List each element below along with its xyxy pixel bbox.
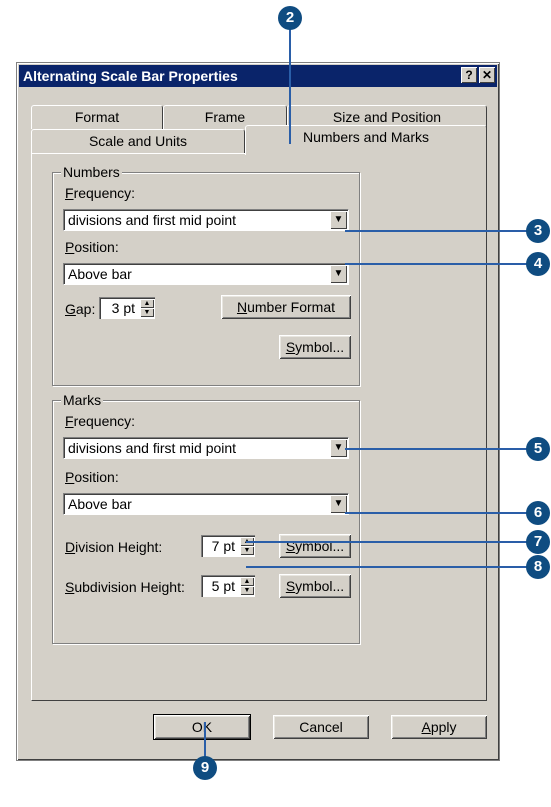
numbers-frequency-value: divisions and first mid point: [68, 212, 237, 228]
numbers-group: Numbers Frequency: divisions and first m…: [52, 164, 360, 386]
tab-numbers-and-marks[interactable]: Numbers and Marks: [245, 125, 487, 155]
callout-6-line: [345, 512, 531, 514]
subdivision-height-spinner[interactable]: 5 pt ▲ ▼: [201, 575, 255, 597]
subdivision-height-label: Subdivision Height:: [65, 579, 185, 595]
properties-dialog: Alternating Scale Bar Properties ? ✕ For…: [16, 62, 500, 761]
callout-4: 4: [526, 252, 550, 276]
ok-button[interactable]: OK: [153, 714, 251, 740]
division-height-value: 7 pt: [211, 538, 235, 554]
marks-frequency-label: Frequency:: [65, 413, 136, 429]
spin-up-icon[interactable]: ▲: [240, 577, 254, 586]
callout-5-line: [345, 448, 531, 450]
dialog-title: Alternating Scale Bar Properties: [23, 68, 238, 84]
spin-up-icon[interactable]: ▲: [140, 299, 154, 308]
callout-5: 5: [526, 437, 550, 461]
chevron-down-icon[interactable]: ▼: [330, 211, 347, 229]
subdivision-symbol-button[interactable]: Symbol...: [279, 574, 351, 598]
marks-frequency-value: divisions and first mid point: [68, 440, 237, 456]
chevron-down-icon[interactable]: ▼: [330, 495, 347, 513]
gap-value: 3 pt: [111, 300, 135, 316]
marks-group: Marks Frequency: divisions and first mid…: [52, 392, 360, 644]
marks-group-label: Marks: [61, 392, 104, 408]
callout-3: 3: [526, 219, 550, 243]
callout-7: 7: [526, 530, 550, 554]
numbers-frequency-label: Frequency:: [65, 185, 136, 201]
callout-6: 6: [526, 501, 550, 525]
marks-position-select[interactable]: Above bar ▼: [63, 493, 349, 515]
title-bar[interactable]: Alternating Scale Bar Properties ? ✕: [19, 65, 497, 87]
tab-format[interactable]: Format: [31, 105, 163, 129]
division-symbol-button[interactable]: Symbol...: [279, 534, 351, 558]
chevron-down-icon[interactable]: ▼: [330, 265, 347, 283]
callout-4-line: [345, 263, 531, 265]
marks-position-value: Above bar: [68, 496, 132, 512]
tab-scale-and-units[interactable]: Scale and Units: [31, 129, 245, 153]
spin-down-icon[interactable]: ▼: [140, 308, 154, 317]
marks-frequency-select[interactable]: divisions and first mid point ▼: [63, 437, 349, 459]
numbers-group-label: Numbers: [61, 164, 122, 180]
apply-button[interactable]: Apply: [391, 715, 487, 739]
spin-down-icon[interactable]: ▼: [240, 586, 254, 595]
close-button[interactable]: ✕: [479, 67, 495, 83]
numbers-position-label: Position:: [65, 239, 119, 255]
spin-down-icon[interactable]: ▼: [240, 546, 254, 555]
gap-label: Gap:: [65, 301, 96, 317]
numbers-position-select[interactable]: Above bar ▼: [63, 263, 349, 285]
division-height-label: Division Height:: [65, 539, 163, 555]
callout-8: 8: [526, 555, 550, 579]
marks-position-label: Position:: [65, 469, 119, 485]
callout-8-line: [246, 566, 531, 568]
cancel-button[interactable]: Cancel: [273, 715, 369, 739]
help-button[interactable]: ?: [461, 67, 477, 83]
number-format-button[interactable]: Number Format: [221, 295, 351, 319]
callout-2-line: [289, 27, 291, 144]
callout-3-line: [345, 230, 531, 232]
numbers-position-value: Above bar: [68, 266, 132, 282]
tab-panel: Numbers Frequency: divisions and first m…: [31, 153, 487, 701]
callout-9: 9: [193, 756, 217, 780]
division-height-spinner[interactable]: 7 pt ▲ ▼: [201, 535, 255, 557]
gap-spinner[interactable]: 3 pt ▲ ▼: [99, 297, 155, 319]
callout-2: 2: [278, 6, 302, 30]
subdivision-height-value: 5 pt: [211, 578, 235, 594]
numbers-symbol-button[interactable]: Symbol...: [279, 335, 351, 359]
numbers-frequency-select[interactable]: divisions and first mid point ▼: [63, 209, 349, 231]
callout-7-line: [246, 541, 531, 543]
